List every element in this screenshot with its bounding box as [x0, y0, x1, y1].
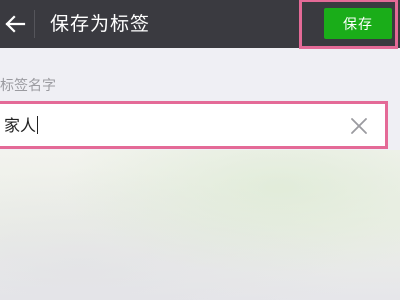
- blurred-content-area: [0, 150, 400, 300]
- tag-name-label: 标签名字: [0, 78, 56, 94]
- page-title: 保存为标签: [50, 13, 151, 35]
- tag-name-input-value[interactable]: 家人: [4, 115, 39, 137]
- top-bar: 保存为标签 保存: [0, 0, 400, 49]
- close-icon: [351, 118, 367, 134]
- text-cursor: [37, 116, 39, 134]
- clear-input-button[interactable]: [348, 115, 370, 137]
- tag-name-text: 家人: [4, 116, 37, 135]
- back-button[interactable]: [0, 6, 30, 42]
- title-divider: [34, 10, 35, 38]
- tag-name-field[interactable]: 家人: [0, 101, 388, 149]
- back-arrow-icon: [5, 15, 26, 33]
- save-button[interactable]: 保存: [324, 8, 392, 39]
